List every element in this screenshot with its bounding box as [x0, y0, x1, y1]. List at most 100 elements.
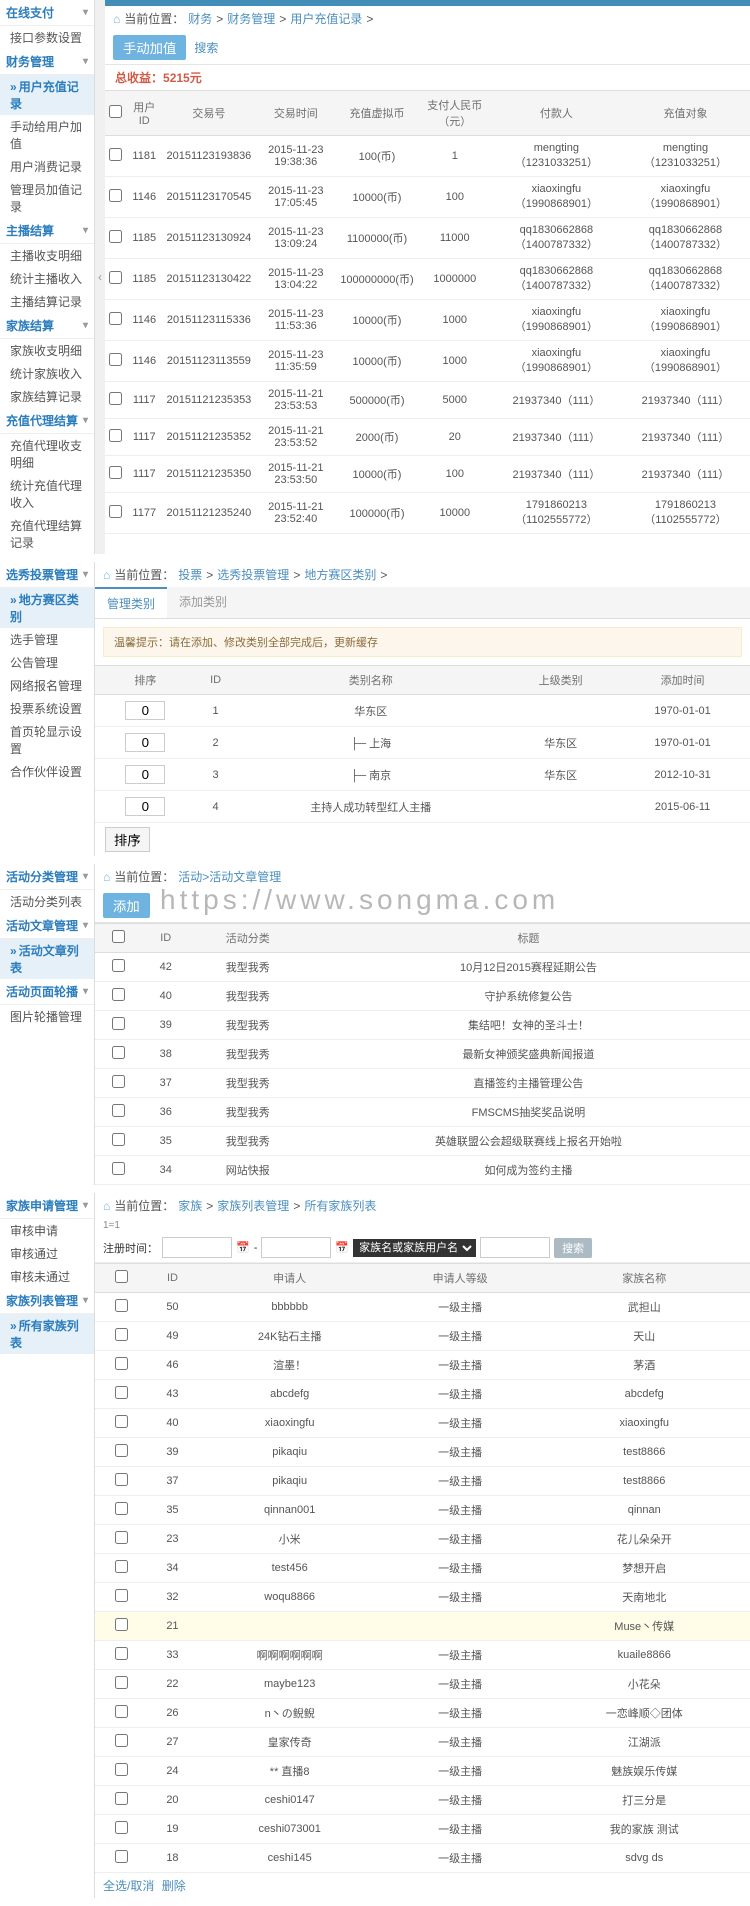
select-all-checkbox[interactable] — [112, 930, 125, 943]
date-from-input[interactable] — [162, 1237, 232, 1258]
row-checkbox[interactable] — [112, 1104, 125, 1117]
home-icon[interactable]: ⌂ — [103, 568, 110, 582]
sidebar-item[interactable]: 统计充值代理收入 — [0, 474, 94, 514]
row-checkbox[interactable] — [115, 1792, 128, 1805]
sidebar-header[interactable]: 活动文章管理▾ — [0, 913, 94, 939]
row-checkbox[interactable] — [115, 1328, 128, 1341]
sidebar-item[interactable]: 家族收支明细 — [0, 339, 94, 362]
sidebar-item[interactable]: 管理员加值记录 — [0, 178, 94, 218]
row-checkbox[interactable] — [112, 1017, 125, 1030]
row-checkbox[interactable] — [112, 1075, 125, 1088]
sidebar-header[interactable]: 家族申请管理▾ — [0, 1193, 94, 1219]
row-checkbox[interactable] — [109, 505, 122, 518]
sidebar-item[interactable]: 主播收支明细 — [0, 244, 94, 267]
row-checkbox[interactable] — [115, 1647, 128, 1660]
select-all-link[interactable]: 全选/取消 — [103, 1879, 154, 1893]
sidebar-header[interactable]: 在线支付▾ — [0, 0, 94, 26]
select-all-checkbox[interactable] — [115, 1270, 128, 1283]
tab-manage[interactable]: 管理类别 — [95, 587, 167, 618]
home-icon[interactable]: ⌂ — [113, 12, 120, 26]
row-checkbox[interactable] — [112, 959, 125, 972]
row-checkbox[interactable] — [109, 230, 122, 243]
sidebar-item[interactable]: 家族结算记录 — [0, 385, 94, 408]
row-checkbox[interactable] — [115, 1386, 128, 1399]
select-all-checkbox[interactable] — [109, 105, 122, 118]
row-checkbox[interactable] — [115, 1415, 128, 1428]
sidebar-item[interactable]: 活动分类列表 — [0, 890, 94, 913]
sort-input[interactable] — [125, 733, 165, 752]
filter-select[interactable]: 家族名或家族用户名 — [353, 1239, 476, 1257]
row-checkbox[interactable] — [115, 1560, 128, 1573]
sidebar-item[interactable]: 投票系统设置 — [0, 697, 94, 720]
sidebar-header[interactable]: 充值代理结算▾ — [0, 408, 94, 434]
sidebar-item[interactable]: 主播结算记录 — [0, 290, 94, 313]
row-checkbox[interactable] — [112, 1162, 125, 1175]
home-icon[interactable]: ⌂ — [103, 870, 110, 884]
sidebar-item[interactable]: 公告管理 — [0, 651, 94, 674]
sidebar-item[interactable]: 手动给用户加值 — [0, 115, 94, 155]
sidebar-header[interactable]: 主播结算▾ — [0, 218, 94, 244]
row-checkbox[interactable] — [115, 1589, 128, 1602]
row-checkbox[interactable] — [109, 353, 122, 366]
row-checkbox[interactable] — [115, 1357, 128, 1370]
sidebar-item[interactable]: 选手管理 — [0, 628, 94, 651]
sidebar-item[interactable]: 图片轮播管理 — [0, 1005, 94, 1028]
row-checkbox[interactable] — [109, 466, 122, 479]
row-checkbox[interactable] — [115, 1821, 128, 1834]
add-button[interactable]: 添加 — [103, 893, 150, 918]
row-checkbox[interactable] — [109, 392, 122, 405]
sidebar-item[interactable]: 审核未通过 — [0, 1265, 94, 1288]
crumb-recharge[interactable]: 用户充值记录 — [290, 10, 362, 27]
row-checkbox[interactable] — [109, 312, 122, 325]
home-icon[interactable]: ⌂ — [103, 1199, 110, 1213]
sidebar-header[interactable]: 家族结算▾ — [0, 313, 94, 339]
tab-add[interactable]: 添加类别 — [167, 587, 239, 618]
sidebar-header[interactable]: 活动分类管理▾ — [0, 864, 94, 890]
sidebar-header[interactable]: 财务管理▾ — [0, 49, 94, 75]
crumb-finance[interactable]: 财务 — [188, 10, 212, 27]
row-checkbox[interactable] — [115, 1531, 128, 1544]
crumb-fm[interactable]: 财务管理 — [227, 10, 275, 27]
sidebar-item[interactable]: 地方赛区类别 — [0, 588, 94, 628]
calendar-icon[interactable]: 📅 — [335, 1241, 349, 1254]
sidebar-header[interactable]: 家族列表管理▾ — [0, 1288, 94, 1314]
sort-input[interactable] — [125, 797, 165, 816]
row-checkbox[interactable] — [109, 429, 122, 442]
collapse-handle[interactable]: ‹ — [95, 0, 105, 554]
sidebar-item[interactable]: 充值代理收支明细 — [0, 434, 94, 474]
row-checkbox[interactable] — [115, 1850, 128, 1863]
row-checkbox[interactable] — [115, 1618, 128, 1631]
sidebar-header[interactable]: 活动页面轮播▾ — [0, 979, 94, 1005]
sort-input[interactable] — [125, 701, 165, 720]
sidebar-item[interactable]: 用户消费记录 — [0, 155, 94, 178]
row-checkbox[interactable] — [112, 988, 125, 1001]
manual-add-button[interactable]: 手动加值 — [113, 35, 186, 60]
sidebar-item[interactable]: 所有家族列表 — [0, 1314, 94, 1354]
row-checkbox[interactable] — [115, 1473, 128, 1486]
row-checkbox[interactable] — [115, 1763, 128, 1776]
row-checkbox[interactable] — [115, 1299, 128, 1312]
row-checkbox[interactable] — [115, 1676, 128, 1689]
sidebar-item[interactable]: 统计家族收入 — [0, 362, 94, 385]
row-checkbox[interactable] — [112, 1046, 125, 1059]
sidebar-item[interactable]: 网络报名管理 — [0, 674, 94, 697]
row-checkbox[interactable] — [112, 1133, 125, 1146]
sidebar-item[interactable]: 充值代理结算记录 — [0, 514, 94, 554]
row-checkbox[interactable] — [109, 189, 122, 202]
calendar-icon[interactable]: 📅 — [236, 1241, 250, 1254]
sidebar-item[interactable]: 合作伙伴设置 — [0, 760, 94, 783]
sort-input[interactable] — [125, 765, 165, 784]
row-checkbox[interactable] — [109, 148, 122, 161]
filter-keyword-input[interactable] — [480, 1237, 550, 1258]
sidebar-item[interactable]: 审核申请 — [0, 1219, 94, 1242]
search-button[interactable]: 搜索 — [554, 1238, 592, 1258]
delete-link[interactable]: 删除 — [162, 1879, 186, 1893]
sidebar-item[interactable]: 首页轮显示设置 — [0, 720, 94, 760]
row-checkbox[interactable] — [115, 1734, 128, 1747]
row-checkbox[interactable] — [115, 1705, 128, 1718]
sidebar-item[interactable]: 用户充值记录 — [0, 75, 94, 115]
row-checkbox[interactable] — [115, 1444, 128, 1457]
row-checkbox[interactable] — [109, 271, 122, 284]
sort-button[interactable]: 排序 — [105, 827, 150, 852]
sidebar-header[interactable]: 选秀投票管理▾ — [0, 562, 94, 588]
